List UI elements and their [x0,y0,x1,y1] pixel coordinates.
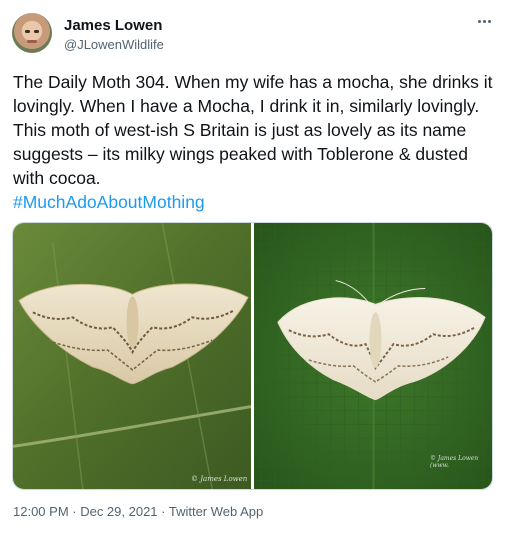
tweet: James Lowen @JLowenWildlife The Daily Mo… [0,0,507,539]
more-options-icon[interactable] [474,14,494,28]
author-handle[interactable]: @JLowenWildlife [64,36,164,53]
more-dot [487,19,491,23]
more-dot [477,19,481,23]
moth-image-2 [254,223,492,489]
tweet-timestamp[interactable]: 12:00 PM · Dec 29, 2021 · Twitter Web Ap… [13,503,263,520]
avatar[interactable] [12,13,52,53]
avatar-eye-right [34,30,39,33]
photo-credit: © James Lowen [191,475,248,483]
avatar-mouth [27,40,37,43]
photo-credit: © James Lowen (www. [430,455,479,469]
avatar-eye-left [25,30,30,33]
hashtag-link[interactable]: #MuchAdoAboutMothing [13,192,205,212]
tweet-body: The Daily Moth 304. When my wife has a m… [13,72,493,188]
moth-photo-2[interactable]: © James Lowen (www. [254,223,492,489]
author-name[interactable]: James Lowen [64,16,162,35]
tweet-media[interactable]: © James Lowen © James Lowen (www. [12,222,493,490]
tweet-text: The Daily Moth 304. When my wife has a m… [13,70,497,214]
moth-image-1 [13,223,251,489]
moth-photo-1[interactable]: © James Lowen [13,223,251,489]
more-dot [482,19,486,23]
